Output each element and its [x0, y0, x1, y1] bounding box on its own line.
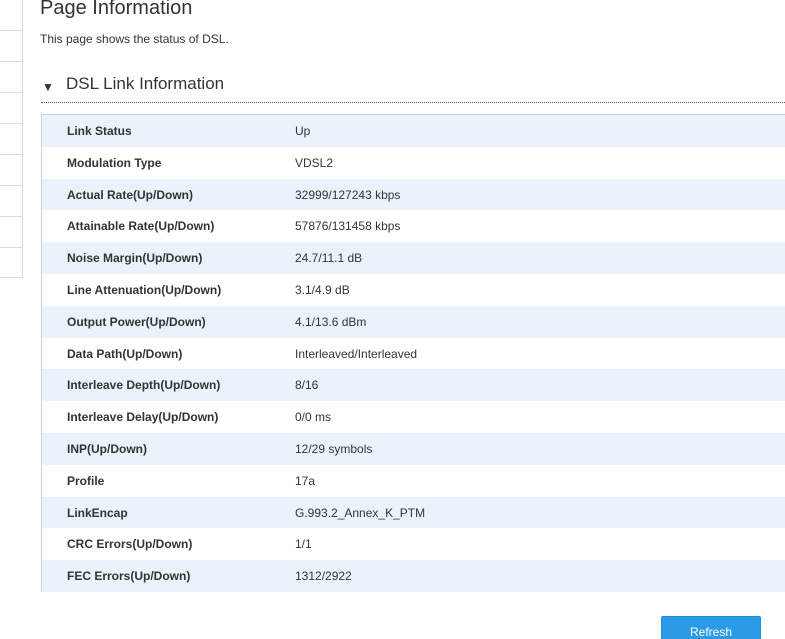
row-label: Data Path(Up/Down): [67, 346, 183, 361]
row-label: Modulation Type: [67, 155, 162, 170]
section-divider: [41, 102, 785, 103]
row-value: 57876/131458 kbps: [295, 219, 401, 234]
table-row: Actual Rate(Up/Down) 32999/127243 kbps: [42, 178, 785, 211]
table-row: Interleave Depth(Up/Down) 8/16: [42, 369, 785, 402]
page-root: Page Information This page shows the sta…: [0, 0, 785, 639]
table-row: Profile 17a: [42, 465, 785, 497]
row-label: CRC Errors(Up/Down): [67, 537, 193, 552]
dsl-info-table: Link Status Up Modulation Type VDSL2 Actual …: [41, 114, 785, 592]
row-value: Up: [295, 124, 311, 138]
table-row: INP(Up/Down) 12/29 symbols: [42, 433, 785, 465]
row-label: Attainable Rate(Up/Down): [67, 219, 215, 234]
row-value: Interleaved/Interleaved: [295, 346, 418, 361]
table-row: CRC Errors(Up/Down) 1/1: [42, 528, 785, 560]
sidebar-item[interactable]: [0, 61, 22, 62]
row-value: 4.1/13.6 dBm: [295, 314, 367, 329]
table-row: Interleave Delay(Up/Down) 0/0 ms: [42, 401, 785, 433]
row-label: Interleave Depth(Up/Down): [67, 378, 221, 393]
sidebar-item[interactable]: [0, 92, 22, 93]
row-value: VDSL2: [295, 155, 334, 170]
table-row: LinkEncap G.993.2_Annex_K_PTM: [42, 496, 785, 529]
table-row: Attainable Rate(Up/Down) 57876/131458 kbp…: [42, 210, 785, 242]
row-value: 17a: [295, 473, 316, 488]
row-label: LinkEncap: [67, 505, 128, 520]
sidebar-item[interactable]: [0, 216, 22, 217]
table-row: Modulation Type VDSL2: [42, 147, 785, 179]
row-label: Actual Rate(Up/Down): [67, 187, 193, 202]
sidebar-divider: [0, 277, 22, 278]
section-header-dsl-link[interactable]: ▼ DSL Link Information: [42, 74, 785, 102]
row-value: 3.1/4.9 dB: [295, 283, 350, 297]
row-value: 0/0 ms: [295, 410, 332, 425]
page-description: This page shows the status of DSL.: [40, 32, 229, 46]
sidebar-item[interactable]: [0, 154, 22, 155]
row-value: 32999/127243 kbps: [295, 187, 401, 202]
table-row: Line Attenuation(Up/Down) 3.1/4.9 dB: [42, 274, 785, 306]
table-row: Noise Margin(Up/Down) 24.7/11.1 dB: [42, 242, 785, 274]
row-label: Output Power(Up/Down): [67, 314, 206, 329]
sidebar-item[interactable]: [0, 247, 22, 248]
row-value: 1312/2922: [295, 569, 352, 584]
row-value: 24.7/11.1 dB: [295, 251, 363, 266]
row-label: FEC Errors(Up/Down): [67, 569, 191, 584]
row-value: 8/16: [295, 378, 319, 393]
sidebar-item[interactable]: [0, 185, 22, 186]
table-row: FEC Errors(Up/Down) 1312/2922: [42, 560, 785, 592]
table-row: Data Path(Up/Down) Interleaved/Interleave…: [42, 338, 785, 370]
table-row: Output Power(Up/Down) 4.1/13.6 dBm: [42, 305, 785, 338]
sidebar-item[interactable]: [0, 30, 22, 31]
table-row: Link Status Up: [42, 115, 785, 147]
sidebar-item[interactable]: [0, 123, 22, 124]
refresh-button[interactable]: Refresh: [661, 616, 761, 639]
row-label: Profile: [67, 473, 105, 488]
row-value: G.993.2_Annex_K_PTM: [295, 505, 426, 520]
triangle-down-icon[interactable]: ▼: [42, 80, 54, 94]
sidebar-menu: [0, 0, 23, 278]
row-label: Line Attenuation(Up/Down): [67, 283, 222, 297]
row-label: Noise Margin(Up/Down): [67, 251, 203, 266]
page-title: Page Information: [40, 0, 193, 19]
row-label: Interleave Delay(Up/Down): [67, 410, 219, 425]
row-value: 12/29 symbols: [295, 442, 373, 456]
row-value: 1/1: [295, 537, 312, 552]
row-label: Link Status: [67, 124, 132, 138]
row-label: INP(Up/Down): [67, 442, 147, 456]
section-title: DSL Link Information: [66, 74, 225, 93]
